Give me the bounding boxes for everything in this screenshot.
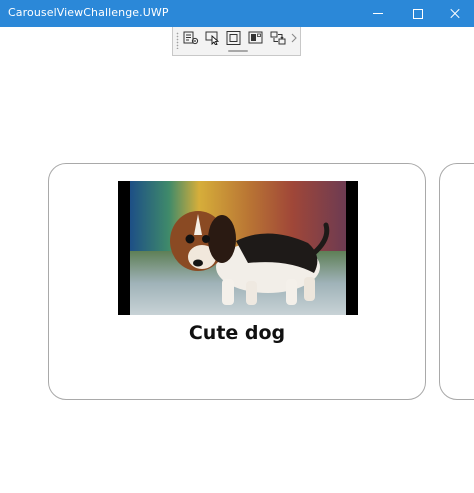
close-icon <box>450 9 460 19</box>
window-title: CarouselViewChallenge.UWP <box>8 6 169 19</box>
carousel-next-item[interactable] <box>439 163 474 400</box>
dog-image <box>118 181 358 315</box>
live-visual-tree-icon[interactable] <box>183 31 199 45</box>
carousel-item[interactable]: Cute dog <box>48 163 426 400</box>
app-window: CarouselViewChallenge.UWP Cute dog <box>0 0 474 493</box>
maximize-icon <box>413 8 423 19</box>
close-button[interactable] <box>435 0 474 27</box>
minimize-button[interactable] <box>358 0 398 27</box>
maximize-button[interactable] <box>398 0 438 27</box>
display-layout-adorners-icon[interactable] <box>226 31 242 45</box>
xaml-debug-toolbar <box>172 27 301 56</box>
toolbar-collapse-handle[interactable] <box>228 50 248 52</box>
title-bar[interactable]: CarouselViewChallenge.UWP <box>0 0 474 27</box>
minimize-icon <box>373 13 383 14</box>
select-element-icon[interactable] <box>205 31 221 45</box>
chevron-right-icon[interactable] <box>290 31 298 45</box>
hot-reload-icon[interactable] <box>270 31 286 45</box>
carousel-item-title: Cute dog <box>188 322 286 344</box>
track-focus-icon[interactable] <box>248 31 264 45</box>
toolbar-grip[interactable] <box>176 32 179 49</box>
